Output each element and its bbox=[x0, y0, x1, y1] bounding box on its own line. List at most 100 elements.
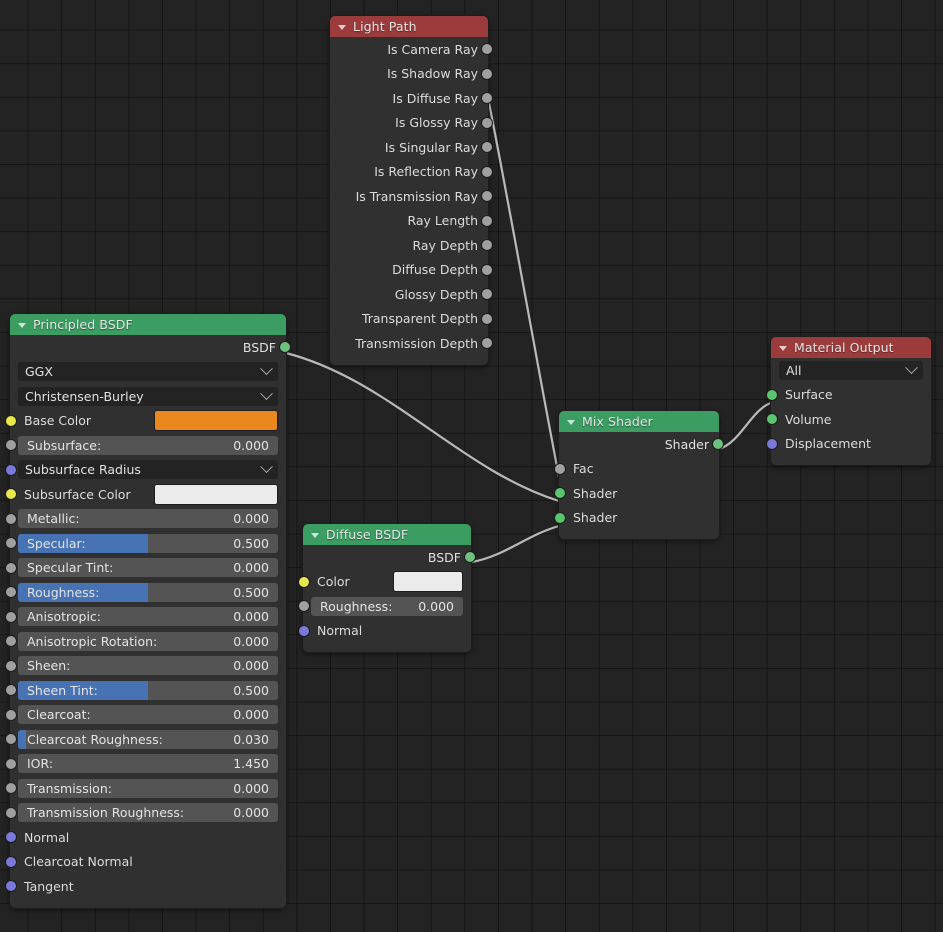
output-socket-bsdf[interactable] bbox=[464, 551, 476, 564]
color-swatch-base-color[interactable] bbox=[154, 410, 278, 432]
slider-roughness[interactable]: Roughness: 0.500 bbox=[18, 582, 278, 602]
input-socket-transmission[interactable] bbox=[5, 782, 17, 795]
slider-label: Clearcoat: bbox=[27, 707, 91, 723]
input-socket-fac[interactable] bbox=[554, 462, 566, 475]
input-socket-sheen[interactable] bbox=[5, 659, 17, 672]
chevron-down-icon bbox=[260, 387, 273, 400]
input-socket-subsurface-radius[interactable] bbox=[5, 463, 17, 476]
distribution-dropdown-row[interactable]: GGX bbox=[10, 360, 286, 385]
output-socket-bsdf[interactable] bbox=[279, 341, 291, 354]
output-socket-is-shadow-ray[interactable] bbox=[481, 67, 493, 80]
input-socket-specular-tint[interactable] bbox=[5, 561, 17, 574]
input-socket-clearcoat[interactable] bbox=[5, 708, 17, 721]
input-socket-shader[interactable] bbox=[554, 487, 566, 500]
input-socket-normal[interactable] bbox=[5, 831, 17, 844]
output-socket-is-glossy-ray[interactable] bbox=[481, 116, 493, 129]
node-diffuse-bsdf-header[interactable]: Diffuse BSDF bbox=[303, 524, 471, 545]
input-socket-roughness[interactable] bbox=[298, 600, 310, 613]
output-socket-shader[interactable] bbox=[712, 438, 724, 451]
slider-transmission[interactable]: Transmission: 0.000 bbox=[18, 778, 278, 798]
distribution-dropdown[interactable]: GGX bbox=[18, 362, 278, 382]
slider-ior[interactable]: IOR: 1.450 bbox=[18, 754, 278, 774]
chevron-down-icon bbox=[905, 361, 918, 374]
input-socket-metallic[interactable] bbox=[5, 512, 17, 525]
slider-sheen[interactable]: Sheen: 0.000 bbox=[18, 656, 278, 676]
slider-transmission-roughness[interactable]: Transmission Roughness: 0.000 bbox=[18, 803, 278, 823]
node-principled-bsdf-header[interactable]: Principled BSDF bbox=[10, 314, 286, 335]
input-socket-sheen-tint[interactable] bbox=[5, 684, 17, 697]
slider-label: Sheen Tint: bbox=[27, 682, 98, 698]
output-socket-ray-length[interactable] bbox=[481, 214, 493, 227]
output-label-bsdf: BSDF bbox=[427, 549, 461, 565]
node-principled-bsdf[interactable]: Principled BSDF BSDF GGX Christensen-Bur… bbox=[5, 314, 291, 908]
node-title: Diffuse BSDF bbox=[326, 527, 409, 542]
slider-clearcoat-roughness[interactable]: Clearcoat Roughness: 0.030 bbox=[18, 729, 278, 749]
slider-anisotropic[interactable]: Anisotropic: 0.000 bbox=[18, 607, 278, 627]
collapse-triangle-icon[interactable] bbox=[311, 532, 319, 538]
input-row-normal: Normal bbox=[298, 619, 471, 644]
input-socket-color[interactable] bbox=[298, 575, 310, 588]
output-socket-is-reflection-ray[interactable] bbox=[481, 165, 493, 178]
input-socket-anisotropic[interactable] bbox=[5, 610, 17, 623]
slider-metallic[interactable]: Metallic: 0.000 bbox=[18, 509, 278, 529]
input-socket-displacement[interactable] bbox=[766, 437, 778, 450]
input-socket-transmission-roughness[interactable] bbox=[5, 806, 17, 819]
input-socket-clearcoat-normal[interactable] bbox=[5, 855, 17, 868]
input-socket-clearcoat-roughness[interactable] bbox=[5, 733, 17, 746]
output-socket-is-singular-ray[interactable] bbox=[481, 141, 493, 154]
slider-sheen-tint[interactable]: Sheen Tint: 0.500 bbox=[18, 680, 278, 700]
node-material-output-header[interactable]: Material Output bbox=[771, 337, 931, 358]
input-socket-specular[interactable] bbox=[5, 537, 17, 550]
input-socket-normal[interactable] bbox=[298, 624, 310, 637]
node-mix-shader[interactable]: Mix Shader Shader Fac Shader Shader bbox=[554, 411, 724, 539]
slider-anisotropic-rotation[interactable]: Anisotropic Rotation: 0.000 bbox=[18, 631, 278, 651]
subsurface-method-dropdown[interactable]: Christensen-Burley bbox=[18, 386, 278, 406]
node-diffuse-bsdf[interactable]: Diffuse BSDF BSDF Color Roughness: 0.000 No… bbox=[298, 524, 476, 652]
slider-label: Roughness: bbox=[320, 598, 393, 614]
output-socket-diffuse-depth[interactable] bbox=[481, 263, 493, 276]
output-socket-transmission-depth[interactable] bbox=[481, 337, 493, 350]
slider-label: Transmission Roughness: bbox=[27, 805, 185, 821]
collapse-triangle-icon[interactable] bbox=[567, 419, 575, 425]
subsurface-method-dropdown-row[interactable]: Christensen-Burley bbox=[10, 384, 286, 409]
output-socket-is-diffuse-ray[interactable] bbox=[481, 92, 493, 105]
input-socket-subsurface-color[interactable] bbox=[5, 488, 17, 501]
input-socket-shader[interactable] bbox=[554, 511, 566, 524]
input-socket-surface[interactable] bbox=[766, 388, 778, 401]
input-socket-volume[interactable] bbox=[766, 413, 778, 426]
slider-clearcoat[interactable]: Clearcoat: 0.000 bbox=[18, 705, 278, 725]
color-swatch-color[interactable] bbox=[393, 571, 463, 593]
link-mixshader-to-materialoutput-surface bbox=[718, 401, 772, 451]
input-socket-subsurface[interactable] bbox=[5, 439, 17, 452]
collapse-triangle-icon[interactable] bbox=[18, 322, 26, 328]
node-editor-canvas[interactable]: Light Path Is Camera Ray Is Shadow Ray Is … bbox=[0, 0, 943, 932]
color-swatch-subsurface-color[interactable] bbox=[154, 483, 278, 505]
target-dropdown-row[interactable]: All bbox=[771, 358, 931, 383]
output-socket-is-transmission-ray[interactable] bbox=[481, 190, 493, 203]
collapse-triangle-icon[interactable] bbox=[338, 24, 346, 30]
slider-subsurface[interactable]: Subsurface: 0.000 bbox=[18, 435, 278, 455]
input-socket-ior[interactable] bbox=[5, 757, 17, 770]
output-socket-transparent-depth[interactable] bbox=[481, 312, 493, 325]
principled-bsdf-inputs: Base Color Subsurface: 0.000 Subsurface Rad… bbox=[5, 409, 286, 899]
slider-specular[interactable]: Specular: 0.500 bbox=[18, 533, 278, 553]
input-socket-roughness[interactable] bbox=[5, 586, 17, 599]
output-socket-is-camera-ray[interactable] bbox=[481, 43, 493, 56]
collapse-triangle-icon[interactable] bbox=[779, 345, 787, 351]
output-socket-glossy-depth[interactable] bbox=[481, 288, 493, 301]
node-mix-shader-header[interactable]: Mix Shader bbox=[559, 411, 719, 432]
input-socket-tangent[interactable] bbox=[5, 880, 17, 893]
slider-specular-tint[interactable]: Specular Tint: 0.000 bbox=[18, 558, 278, 578]
node-diffuse-bsdf-body: BSDF Color Roughness: 0.000 Normal bbox=[298, 545, 476, 652]
node-material-output[interactable]: Material Output All Surface Volume Displac… bbox=[766, 337, 931, 465]
input-socket-anisotropic-rotation[interactable] bbox=[5, 635, 17, 648]
slider-roughness[interactable]: Roughness: 0.000 bbox=[311, 596, 463, 616]
output-label: Is Camera Ray bbox=[387, 41, 478, 57]
node-light-path-header[interactable]: Light Path bbox=[330, 16, 488, 37]
dropdown-label: Subsurface Radius bbox=[25, 462, 141, 478]
input-socket-base-color[interactable] bbox=[5, 414, 17, 427]
dropdown-subsurface-radius[interactable]: Subsurface Radius bbox=[18, 460, 278, 480]
target-dropdown[interactable]: All bbox=[779, 360, 923, 380]
node-light-path[interactable]: Light Path Is Camera Ray Is Shadow Ray Is … bbox=[330, 16, 493, 365]
output-socket-ray-depth[interactable] bbox=[481, 239, 493, 252]
